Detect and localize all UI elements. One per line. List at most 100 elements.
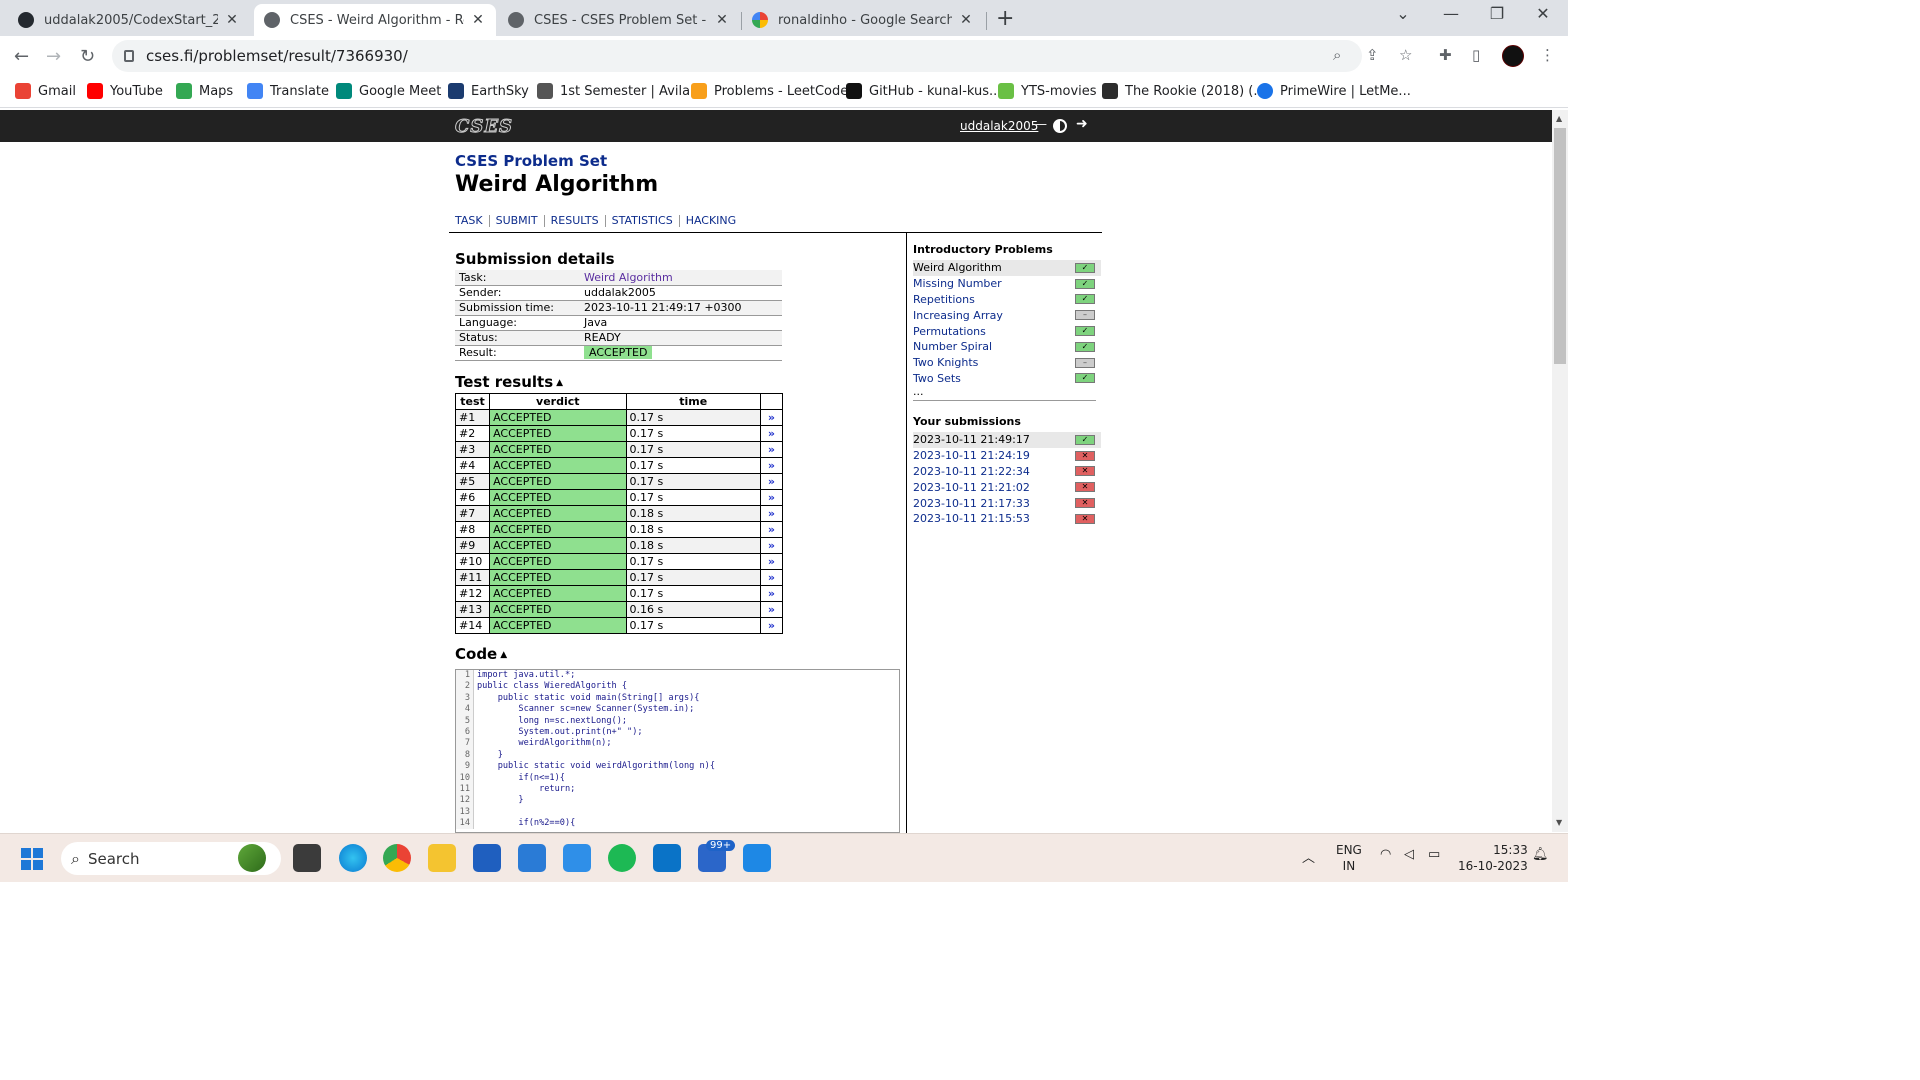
bookmark-the-rookie[interactable]: The Rookie (2018) (... [1102, 83, 1266, 99]
close-icon[interactable]: ✕ [958, 12, 974, 28]
store-icon[interactable] [473, 844, 501, 872]
windows-start-icon[interactable] [21, 848, 43, 870]
problem-item[interactable]: Repetitions ✓ [913, 292, 1101, 308]
submission-item[interactable]: 2023-10-11 21:24:19 ✕ [913, 448, 1101, 464]
submission-item[interactable]: 2023-10-11 21:15:53 ✕ [913, 511, 1101, 527]
bookmark-gmail[interactable]: Gmail [15, 83, 76, 99]
window-close-icon[interactable]: ✕ [1520, 4, 1566, 23]
nav-submit[interactable]: SUBMIT [488, 215, 544, 227]
problem-link[interactable]: Two Knights [913, 356, 978, 369]
bookmark-semester[interactable]: 1st Semester | Avila... [537, 83, 702, 99]
back-icon[interactable]: ← [14, 46, 29, 67]
spotify-icon[interactable] [608, 844, 636, 872]
page-scrollbar[interactable]: ▲ ▼ [1552, 110, 1568, 832]
bookmark-earthsky[interactable]: EarthSky [448, 83, 529, 99]
mail-icon[interactable] [518, 844, 546, 872]
submission-item[interactable]: 2023-10-11 21:17:33 ✕ [913, 495, 1101, 511]
reload-icon[interactable]: ↻ [80, 46, 95, 67]
problem-item[interactable]: Weird Algorithm ✓ [913, 260, 1101, 276]
edge-icon[interactable] [339, 844, 367, 872]
nav-results[interactable]: RESULTS [543, 215, 605, 227]
bookmark-youtube[interactable]: YouTube [87, 83, 163, 99]
test-details-link[interactable]: » [759, 473, 784, 490]
nav-hacking[interactable]: HACKING [678, 215, 743, 227]
problem-link[interactable]: Increasing Array [913, 309, 1003, 322]
wifi-icon[interactable]: ◠ [1380, 847, 1391, 862]
submission-item[interactable]: 2023-10-11 21:22:34 ✕ [913, 464, 1101, 480]
test-details-link[interactable]: » [759, 505, 784, 522]
test-details-link[interactable]: » [759, 425, 784, 442]
user-link[interactable]: uddalak2005 [960, 119, 1038, 133]
bookmark-github[interactable]: GitHub - kunal-kus... [846, 83, 1001, 99]
submission-link[interactable]: 2023-10-11 21:15:53 [913, 512, 1030, 525]
profile-avatar[interactable] [1502, 45, 1524, 67]
tab-cses-result[interactable]: CSES - Weird Algorithm - Result ✕ [254, 4, 496, 36]
close-icon[interactable]: ✕ [714, 12, 730, 28]
problem-link[interactable]: Permutations [913, 325, 986, 338]
submission-link[interactable]: 2023-10-11 21:21:02 [913, 481, 1030, 494]
volume-icon[interactable]: ◁ [1404, 847, 1414, 862]
close-icon[interactable]: ✕ [224, 12, 240, 28]
bookmark-maps[interactable]: Maps [176, 83, 233, 99]
collapse-triangle-icon[interactable]: ▲ [556, 378, 563, 388]
test-details-link[interactable]: » [759, 601, 784, 618]
test-details-link[interactable]: » [759, 617, 784, 634]
scroll-up-icon[interactable]: ▲ [1556, 114, 1562, 123]
new-tab-button[interactable]: + [996, 6, 1014, 31]
nav-task[interactable]: TASK [455, 215, 489, 227]
lock-icon[interactable] [124, 50, 134, 62]
language-indicator[interactable]: ENG IN [1336, 842, 1362, 874]
collapse-triangle-icon[interactable]: ▲ [500, 650, 507, 660]
tray-chevron-icon[interactable]: ︿ [1302, 847, 1315, 866]
code-heading[interactable]: Code ▲ [455, 645, 507, 663]
notification-bell-icon[interactable]: 🔔︎ [1532, 847, 1549, 862]
file-explorer-icon[interactable] [428, 844, 456, 872]
photos-icon[interactable] [743, 844, 771, 872]
bookmark-leetcode[interactable]: Problems - LeetCode [691, 83, 848, 99]
test-details-link[interactable]: » [759, 409, 784, 426]
test-details-link[interactable]: » [759, 521, 784, 538]
theme-toggle-icon[interactable] [1053, 119, 1067, 133]
minimize-icon[interactable]: — [1428, 4, 1474, 23]
problem-set-link[interactable]: CSES Problem Set [455, 152, 658, 170]
vscode-icon[interactable] [653, 844, 681, 872]
todo-icon[interactable] [563, 844, 591, 872]
logout-icon[interactable]: ➜ [1076, 116, 1088, 132]
restore-icon[interactable]: ❐ [1474, 4, 1520, 23]
dragon-widget-icon[interactable] [238, 844, 266, 872]
scroll-down-icon[interactable]: ▼ [1556, 818, 1562, 827]
battery-icon[interactable]: ▭ [1428, 847, 1440, 862]
test-details-link[interactable]: » [759, 553, 784, 570]
problem-link[interactable]: Number Spiral [913, 340, 992, 353]
test-details-link[interactable]: » [759, 457, 784, 474]
submission-item[interactable]: 2023-10-11 21:21:02 ✕ [913, 479, 1101, 495]
test-details-link[interactable]: » [759, 569, 784, 586]
close-icon[interactable]: ✕ [470, 12, 486, 28]
submission-link[interactable]: 2023-10-11 21:24:19 [913, 449, 1030, 462]
problem-link[interactable]: Two Sets [913, 372, 961, 385]
bookmark-google-meet[interactable]: Google Meet [336, 83, 441, 99]
submission-link[interactable]: 2023-10-11 21:17:33 [913, 497, 1030, 510]
task-link[interactable]: Weird Algorithm [584, 271, 673, 284]
test-details-link[interactable]: » [759, 537, 784, 554]
cses-logo[interactable]: CSES [454, 116, 513, 138]
zoom-icon[interactable]: ⌕ [1333, 46, 1341, 64]
problem-item[interactable]: Permutations ✓ [913, 323, 1101, 339]
bookmark-star-icon[interactable]: ☆ [1399, 46, 1412, 64]
task-view-icon[interactable] [293, 844, 321, 872]
problem-item[interactable]: Missing Number ✓ [913, 276, 1101, 292]
extensions-icon[interactable]: ✚ [1439, 46, 1452, 64]
problem-item[interactable]: Two Knights – [913, 355, 1101, 371]
test-details-link[interactable]: » [759, 585, 784, 602]
submission-link[interactable]: 2023-10-11 21:22:34 [913, 465, 1030, 478]
tab-github[interactable]: uddalak2005/CodexStart_23410 ✕ [8, 4, 250, 36]
nav-statistics[interactable]: STATISTICS [604, 215, 679, 227]
code-viewer[interactable]: 1 import java.util.*; 2 public class Wiered… [455, 669, 900, 833]
address-bar[interactable]: cses.fi/problemset/result/7366930/ [112, 40, 1362, 72]
test-details-link[interactable]: » [759, 441, 784, 458]
submission-item[interactable]: 2023-10-11 21:49:17 ✓ [913, 432, 1101, 448]
problem-item[interactable]: Number Spiral ✓ [913, 339, 1101, 355]
taskbar-clock[interactable]: 15:33 16-10-2023 [1458, 842, 1528, 874]
problem-item[interactable]: Two Sets ✓ [913, 371, 1101, 387]
problem-link[interactable]: Missing Number [913, 277, 1002, 290]
